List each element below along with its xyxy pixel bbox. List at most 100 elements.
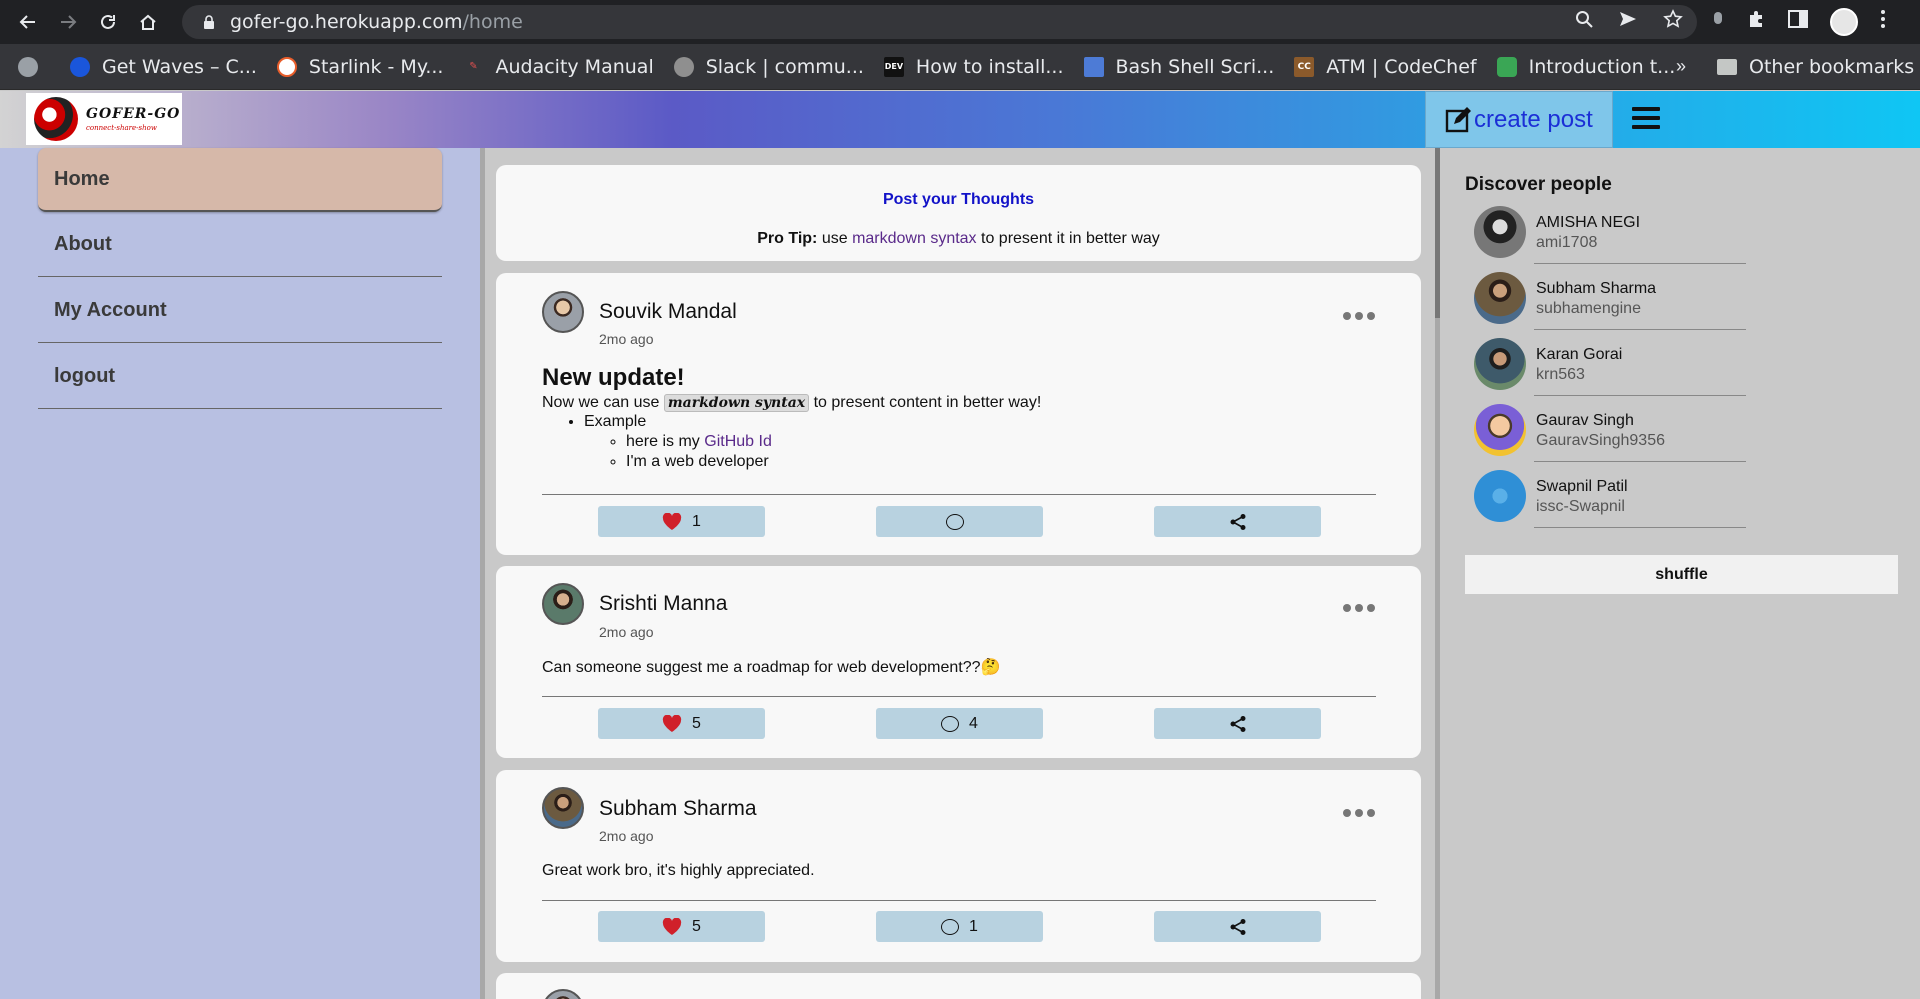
author-avatar[interactable] — [542, 989, 584, 999]
profile-avatar[interactable] — [1830, 8, 1858, 36]
right-sidebar: Discover people AMISHA NEGI ami1708 Subh… — [1440, 148, 1920, 999]
edit-square-icon — [1445, 106, 1471, 132]
person-username: ami1708 — [1536, 234, 1598, 251]
like-count: 5 — [692, 917, 701, 935]
like-button[interactable]: 5 — [598, 911, 765, 942]
list-item: here is my GitHub Id — [626, 432, 1382, 452]
like-button[interactable]: 1 — [598, 506, 765, 537]
bookmark-item[interactable]: Starlink - My... — [276, 56, 443, 78]
comment-button[interactable]: 1 — [876, 911, 1043, 942]
shuffle-button[interactable]: shuffle — [1465, 555, 1898, 594]
menu-kebab-icon[interactable] — [1880, 9, 1886, 35]
more-options-icon[interactable] — [1343, 312, 1375, 320]
markdown-syntax-link[interactable]: markdown syntax — [852, 230, 977, 247]
more-options-icon[interactable] — [1343, 604, 1375, 612]
share-button[interactable] — [1154, 708, 1321, 739]
sidebar-item-about[interactable]: About — [38, 213, 442, 277]
author-avatar[interactable] — [542, 787, 584, 829]
share-button[interactable] — [1154, 911, 1321, 942]
share-icon — [1230, 918, 1245, 935]
dev-icon: DEV — [883, 56, 904, 77]
forward-arrow-icon[interactable] — [48, 2, 88, 42]
comment-icon — [941, 918, 960, 935]
person-item[interactable]: Subham Sharma subhamengine — [1474, 266, 1746, 332]
comment-icon — [945, 513, 964, 530]
bookmark-item[interactable]: CC ATM | CodeChef — [1294, 56, 1477, 78]
url-text: gofer-go.herokuapp.com/home — [230, 11, 523, 33]
heart-icon — [662, 917, 682, 935]
create-post-button[interactable]: create post — [1425, 91, 1613, 148]
address-bar[interactable]: gofer-go.herokuapp.com/home — [182, 5, 1697, 39]
discover-title: Discover people — [1465, 174, 1612, 195]
left-sidebar: Home About My Account logout — [0, 148, 480, 999]
star-icon[interactable] — [1663, 9, 1683, 35]
post-thoughts-title[interactable]: Post your Thoughts — [496, 191, 1421, 209]
github-link[interactable]: GitHub Id — [704, 433, 772, 450]
like-button[interactable]: 5 — [598, 708, 765, 739]
person-item[interactable]: Karan Gorai krn563 — [1474, 332, 1746, 398]
post-card — [496, 973, 1421, 999]
person-avatar — [1474, 206, 1526, 258]
post-divider — [542, 494, 1376, 495]
comment-button[interactable] — [876, 506, 1043, 537]
sidebar-item-my-account[interactable]: My Account — [38, 279, 442, 343]
bookmarks-bar: Get Waves – C... Starlink - My... ✎ Audac… — [0, 44, 1920, 90]
share-icon — [1230, 715, 1245, 732]
person-name: AMISHA NEGI — [1536, 214, 1641, 231]
divider — [1534, 461, 1746, 462]
post-card: Souvik Mandal 2mo ago New update! Now we… — [496, 273, 1421, 555]
send-icon[interactable] — [1619, 10, 1637, 34]
post-text: Can someone suggest me a roadmap for web… — [542, 659, 1001, 676]
like-count: 1 — [692, 512, 701, 530]
other-bookmarks[interactable]: Other bookmarks — [1717, 44, 1914, 90]
hamburger-menu-icon[interactable] — [1632, 107, 1660, 129]
author-name[interactable]: Subham Sharma — [599, 797, 757, 821]
author-name[interactable]: Souvik Mandal — [599, 300, 737, 324]
more-options-icon[interactable] — [1343, 809, 1375, 817]
globe-icon — [673, 56, 694, 77]
divider — [1534, 395, 1746, 396]
side-panel-icon[interactable] — [1788, 10, 1808, 34]
author-avatar[interactable] — [542, 583, 584, 625]
comment-count: 1 — [969, 917, 978, 935]
sidebar-item-logout[interactable]: logout — [38, 345, 442, 409]
comment-count: 4 — [969, 714, 978, 732]
post-card: Subham Sharma 2mo ago Great work bro, it… — [496, 770, 1421, 962]
bookmark-item[interactable]: Bash Shell Scri... — [1083, 56, 1274, 78]
person-item[interactable]: Swapnil Patil issc-Swapnil — [1474, 464, 1746, 530]
codechef-icon: CC — [1294, 56, 1315, 77]
person-item[interactable]: AMISHA NEGI ami1708 — [1474, 200, 1746, 266]
bookmarks-more-icon[interactable]: » — [1676, 56, 1686, 77]
hexagon-icon — [1496, 56, 1517, 77]
sidebar-item-home[interactable]: Home — [38, 148, 442, 212]
post-line: Now we can use markdown syntax to presen… — [542, 394, 1042, 412]
bookmark-item[interactable]: DEV How to install... — [883, 56, 1064, 78]
person-item[interactable]: Gaurav Singh GauravSingh9356 — [1474, 398, 1746, 464]
feed: Post your Thoughts Pro Tip: use markdown… — [485, 148, 1435, 999]
post-time: 2mo ago — [599, 331, 654, 347]
author-avatar[interactable] — [542, 291, 584, 333]
home-icon[interactable] — [128, 2, 168, 42]
bookmark-item[interactable]: ✎ Audacity Manual — [463, 56, 653, 78]
extensions-puzzle-icon[interactable] — [1746, 9, 1766, 35]
author-name[interactable]: Srishti Manna — [599, 592, 727, 616]
heart-icon — [662, 512, 682, 530]
post-text: Great work bro, it's highly appreciated. — [542, 862, 815, 879]
share-button[interactable] — [1154, 506, 1321, 537]
bookmark-globe[interactable] — [18, 56, 50, 77]
bookmark-item[interactable]: Introduction t... — [1496, 56, 1675, 78]
back-arrow-icon[interactable] — [8, 2, 48, 42]
bookmark-item[interactable]: Slack | commu... — [673, 56, 864, 78]
comment-button[interactable]: 4 — [876, 708, 1043, 739]
person-username: GauravSingh9356 — [1536, 432, 1665, 449]
zoom-search-icon[interactable] — [1575, 10, 1593, 34]
reload-icon[interactable] — [88, 2, 128, 42]
browser-toolbar: gofer-go.herokuapp.com/home — [0, 0, 1920, 44]
extension-mic-icon[interactable] — [1712, 10, 1724, 34]
person-name: Subham Sharma — [1536, 280, 1657, 297]
post-thoughts-card[interactable]: Post your Thoughts Pro Tip: use markdown… — [496, 165, 1421, 261]
person-username: issc-Swapnil — [1536, 498, 1625, 515]
heart-icon — [662, 714, 682, 732]
bookmark-item[interactable]: Get Waves – C... — [70, 56, 257, 78]
logo[interactable]: GOFER-GO connect-share-show — [26, 93, 182, 145]
